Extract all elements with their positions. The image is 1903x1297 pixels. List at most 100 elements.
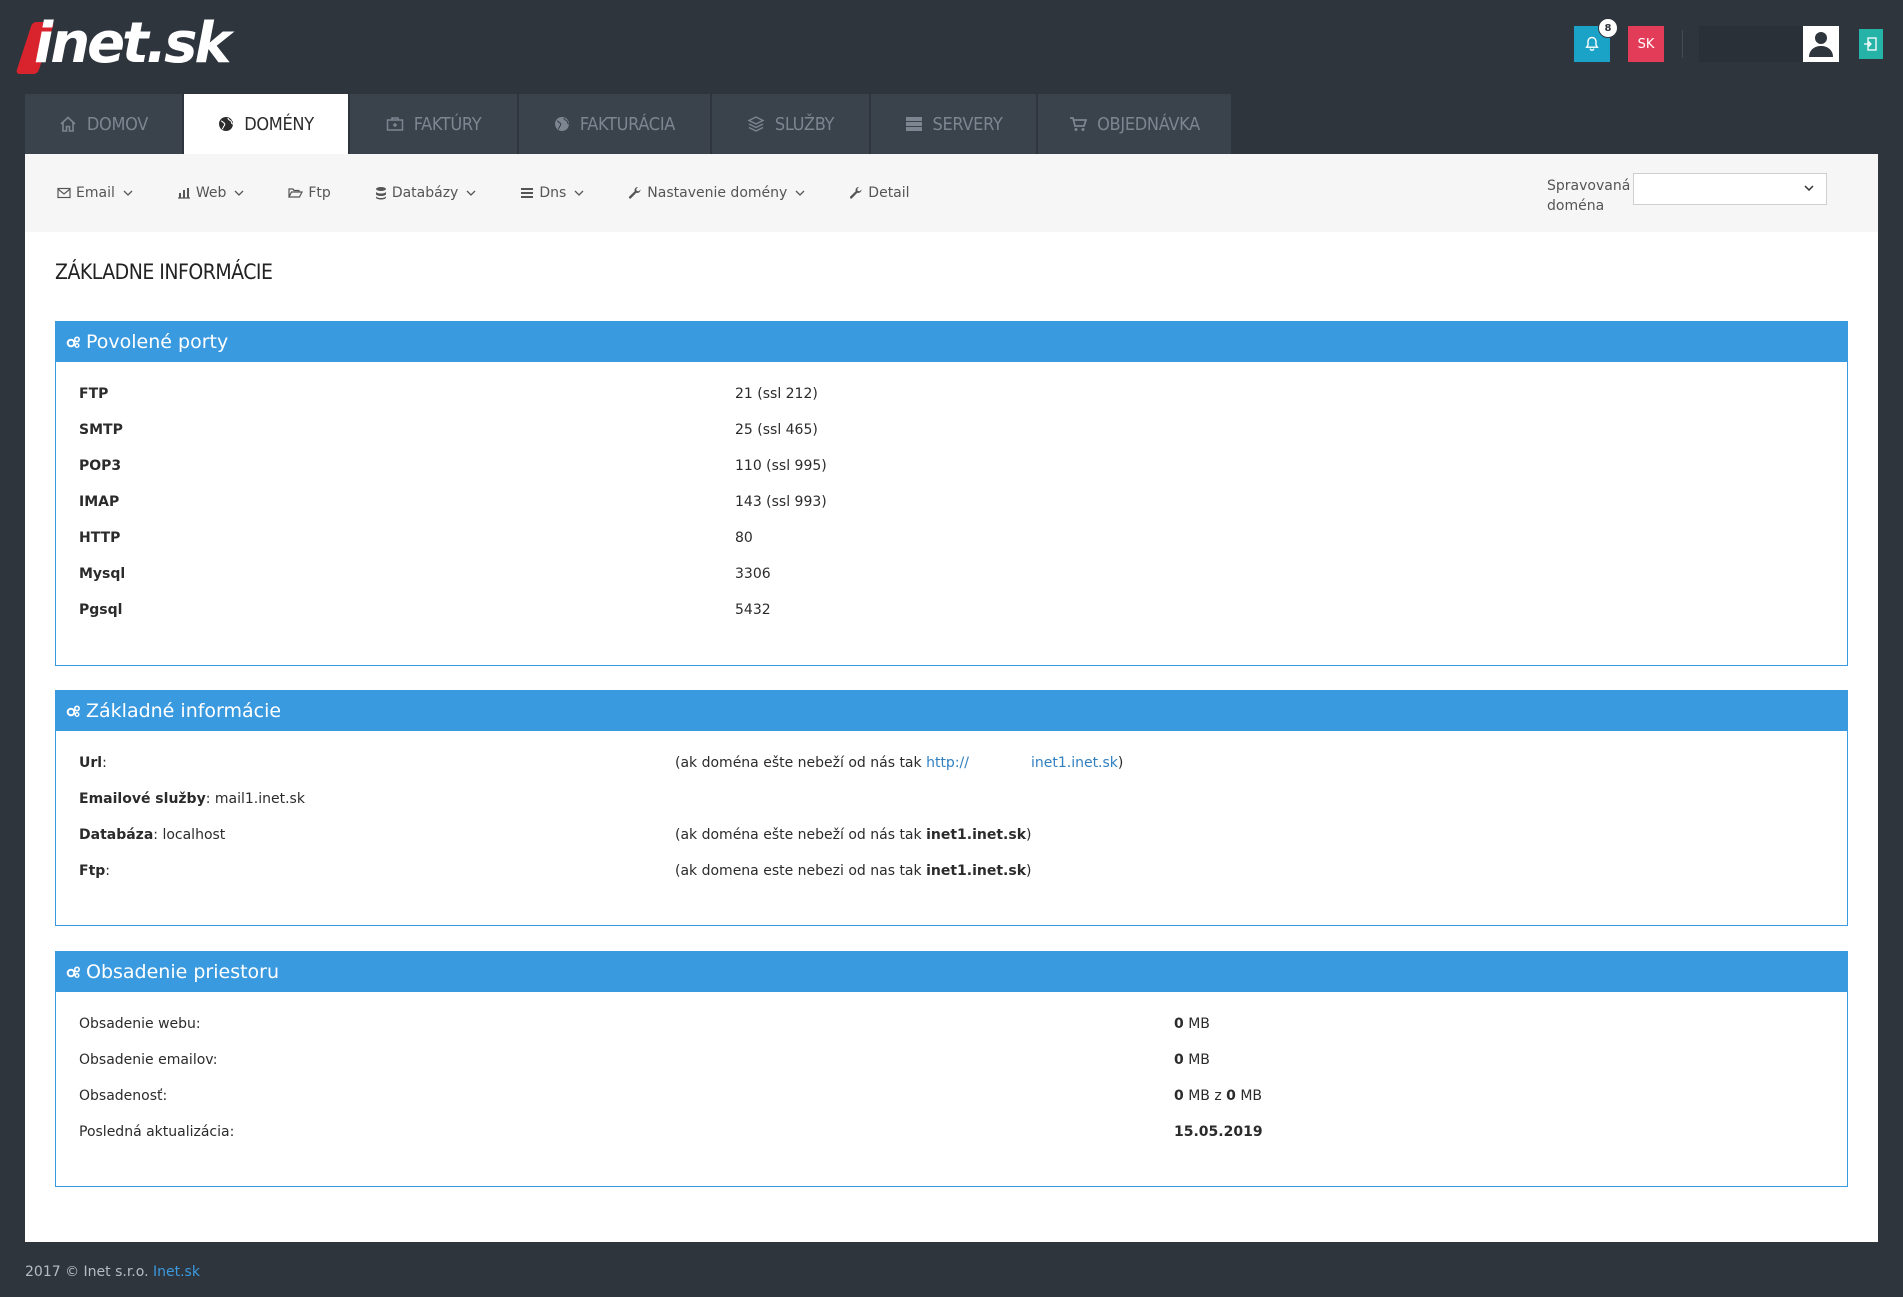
- subnav-label: Ftp: [308, 185, 331, 201]
- space-usage-header: Obsadenie priestoru: [56, 952, 1847, 992]
- tab-objednavka[interactable]: OBJEDNÁVKA: [1038, 94, 1231, 154]
- folder-open-icon: [288, 188, 304, 198]
- tab-label: DOMOV: [86, 113, 149, 135]
- inet-logo[interactable]: inet.sk: [15, 14, 232, 74]
- tab-label: DOMÉNY: [244, 113, 314, 135]
- cart-icon: [1070, 117, 1088, 131]
- mail-usage-label: Obsadenie emailov:: [79, 1052, 218, 1068]
- chevron-down-icon: [466, 190, 476, 196]
- globe-icon: [219, 117, 234, 131]
- web-usage-value: 0 MB: [1174, 1016, 1210, 1032]
- web-usage-label: Obsadenie webu:: [79, 1016, 201, 1032]
- subnav-nastavenie-domeny[interactable]: Nastavenie domény: [628, 185, 805, 201]
- port-value: 143 (ssl 993): [735, 494, 827, 510]
- tab-label: FAKTÚRY: [413, 113, 482, 135]
- language-button[interactable]: SK: [1628, 26, 1664, 62]
- total-usage-value: 0 MB z 0 MB: [1174, 1088, 1263, 1104]
- domain-subnav: Email Web Ftp Databázy Dns Nastavenie do…: [25, 154, 1878, 232]
- header-actions: 8 SK: [1574, 18, 1883, 62]
- logout-button[interactable]: [1859, 29, 1883, 59]
- database-note: (ak doména ešte nebeží od nás tak inet1.…: [675, 827, 1032, 843]
- subnav-label: Dns: [539, 185, 567, 201]
- bell-icon: [1585, 36, 1599, 51]
- port-value: 21 (ssl 212): [735, 386, 818, 402]
- box-title: Obsadenie priestoru: [86, 961, 280, 983]
- url-link-host[interactable]: inet1.inet.sk: [1031, 755, 1118, 771]
- user-avatar-button[interactable]: [1803, 26, 1839, 62]
- url-row: Url:: [79, 755, 107, 771]
- bar-chart-icon: [177, 188, 190, 199]
- layers-icon: [747, 116, 765, 132]
- logout-icon: [1864, 37, 1877, 51]
- tab-fakturacia[interactable]: FAKTURÁCIA: [519, 94, 710, 154]
- ftp-note: (ak domena este nebezi od nas tak inet1.…: [675, 863, 1032, 879]
- tab-domeny[interactable]: DOMÉNY: [184, 94, 348, 154]
- page-title: ZÁKLADNE INFORMÁCIE: [55, 260, 273, 284]
- port-value: 25 (ssl 465): [735, 422, 818, 438]
- cogs-icon: [66, 705, 80, 717]
- managed-domain-label: Spravovaná doména: [1547, 178, 1631, 214]
- port-value: 80: [735, 530, 753, 546]
- ftp-row: Ftp:: [79, 863, 110, 879]
- database-row: Databáza: localhost: [79, 827, 226, 843]
- home-icon: [60, 116, 76, 132]
- logo-text: inet.sk: [34, 11, 232, 76]
- port-name: HTTP: [79, 530, 121, 546]
- envelope-icon: [57, 187, 71, 199]
- tab-domov[interactable]: DOMOV: [25, 94, 182, 154]
- port-value: 3306: [735, 566, 771, 582]
- tab-label: FAKTURÁCIA: [579, 113, 676, 135]
- subnav-dns[interactable]: Dns: [520, 185, 584, 201]
- subnav-ftp[interactable]: Ftp: [288, 185, 331, 201]
- wrench-icon: [850, 186, 862, 199]
- allowed-ports-box: Povolené porty FTP 21 (ssl 212) SMTP 25 …: [55, 321, 1848, 666]
- port-name: SMTP: [79, 422, 123, 438]
- box-title: Základné informácie: [86, 700, 282, 722]
- chevron-down-icon: [234, 190, 244, 196]
- subnav-email[interactable]: Email: [57, 185, 133, 201]
- basic-info-header: Základné informácie: [56, 691, 1847, 731]
- subnav-label: Nastavenie domény: [647, 185, 788, 201]
- managed-domain-select[interactable]: [1633, 173, 1827, 205]
- port-name: Mysql: [79, 566, 126, 582]
- chevron-down-icon: [795, 190, 805, 196]
- cogs-icon: [66, 336, 80, 348]
- port-value: 5432: [735, 602, 771, 618]
- last-update-value: 15.05.2019: [1174, 1124, 1263, 1140]
- database-icon: [375, 187, 386, 200]
- last-update-label: Posledná aktualizácia:: [79, 1124, 235, 1140]
- footer-link[interactable]: Inet.sk: [153, 1264, 200, 1280]
- user-icon: [1809, 32, 1833, 57]
- subnav-databazy[interactable]: Databázy: [375, 185, 477, 201]
- user-name-field[interactable]: [1699, 26, 1803, 62]
- url-link-prefix[interactable]: http://: [926, 755, 969, 771]
- port-name: POP3: [79, 458, 122, 474]
- list-icon: [521, 188, 534, 198]
- basic-info-box: Základné informácie Url: (ak doména ešte…: [55, 690, 1848, 926]
- footer-copyright: 2017 © Inet s.r.o.: [25, 1264, 153, 1280]
- tab-label: SLUŽBY: [774, 113, 835, 135]
- tab-sluzby[interactable]: SLUŽBY: [712, 94, 869, 154]
- port-name: IMAP: [79, 494, 120, 510]
- briefcase-icon: [386, 117, 403, 131]
- allowed-ports-header: Povolené porty: [56, 322, 1847, 362]
- header-divider: [1682, 30, 1683, 58]
- notifications-button[interactable]: 8: [1574, 18, 1618, 62]
- space-usage-box: Obsadenie priestoru Obsadenie webu: 0 MB…: [55, 951, 1848, 1187]
- subnav-detail[interactable]: Detail: [849, 185, 910, 201]
- wrench-icon: [629, 186, 641, 199]
- mail-usage-value: 0 MB: [1174, 1052, 1210, 1068]
- subnav-label: Web: [195, 185, 227, 201]
- tab-servery[interactable]: SERVERY: [871, 94, 1036, 154]
- url-note: (ak doména ešte nebeží od nás tak http:/…: [675, 755, 1124, 771]
- total-usage-label: Obsadenosť:: [79, 1088, 168, 1104]
- tab-faktury[interactable]: FAKTÚRY: [350, 94, 517, 154]
- chevron-down-icon: [1804, 185, 1814, 191]
- tab-label: SERVERY: [932, 113, 1003, 135]
- globe-icon: [554, 117, 569, 131]
- tab-label: OBJEDNÁVKA: [1097, 113, 1200, 135]
- main-navigation: DOMOV DOMÉNY FAKTÚRY FAKTURÁCIA SLUŽBY S…: [25, 94, 1233, 154]
- subnav-web[interactable]: Web: [177, 185, 245, 201]
- subnav-label: Databázy: [391, 185, 459, 201]
- subnav-label: Detail: [868, 185, 910, 201]
